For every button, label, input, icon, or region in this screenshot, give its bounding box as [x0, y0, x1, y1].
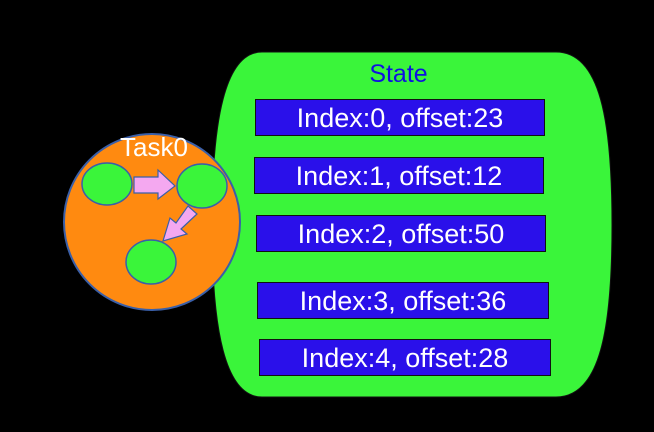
graph-node-3 — [125, 239, 177, 285]
task-label: Task0 — [120, 132, 188, 162]
state-entry-1: Index:1, offset:12 — [254, 157, 544, 194]
diagram-canvas: State Task0 Index:0, offset:23 Index:1, … — [0, 0, 654, 432]
graph-node-1 — [81, 162, 133, 206]
state-entry-0: Index:0, offset:23 — [255, 99, 545, 136]
state-entry-4: Index:4, offset:28 — [259, 339, 551, 376]
state-entry-3: Index:3, offset:36 — [257, 282, 549, 319]
graph-node-2 — [176, 163, 228, 209]
state-title: State — [369, 60, 428, 88]
state-entry-2: Index:2, offset:50 — [256, 215, 546, 252]
